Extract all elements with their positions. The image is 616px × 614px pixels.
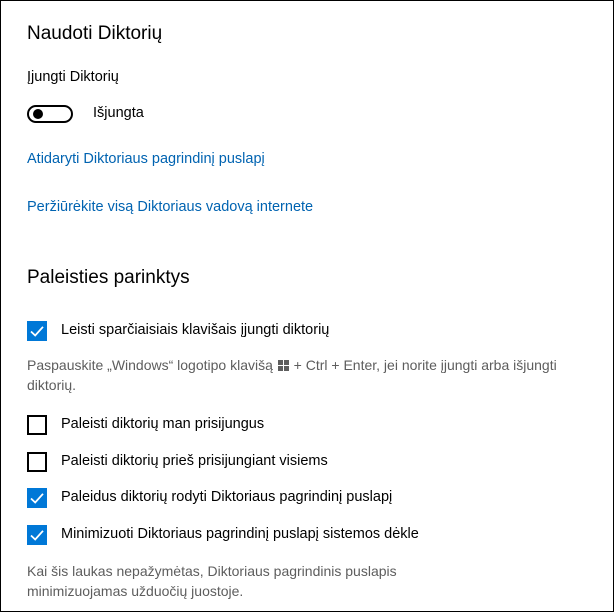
narrator-toggle-state: Išjungta (93, 105, 144, 121)
startup-options-heading: Paleisties parinktys (27, 267, 190, 288)
shortcut-checkbox-label: Leisti sparčiaisiais klavišais įjungti d… (61, 322, 330, 338)
toggle-knob (33, 109, 43, 119)
minimize-tray-checkbox-label: Minimizuoti Diktoriaus pagrindinį puslap… (61, 526, 419, 542)
show-home-checkbox-label: Paleidus diktorių rodyti Diktoriaus pagr… (61, 489, 393, 505)
narrator-toggle-switch[interactable] (27, 105, 73, 123)
narrator-toggle-label: Įjungti Diktorių (27, 69, 119, 85)
narrator-guide-link[interactable]: Peržiūrėkite visą Diktoriaus vadovą inte… (27, 199, 313, 215)
checkmark-icon (30, 493, 44, 504)
before-signin-checkbox[interactable] (27, 452, 47, 472)
shortcut-checkbox[interactable] (27, 321, 47, 341)
windows-logo-icon (277, 360, 289, 371)
minimize-tray-checkbox[interactable] (27, 525, 47, 545)
checkmark-icon (30, 530, 44, 541)
narrator-home-link[interactable]: Atidaryti Diktoriaus pagrindinį puslapį (27, 151, 265, 167)
shortcut-hint: Paspauskite „Windows“ logotipo klavišą +… (27, 355, 567, 395)
settings-panel: Naudoti Diktorių Įjungti Diktorių Išjung… (0, 0, 614, 612)
before-signin-checkbox-label: Paleisti diktorių prieš prisijungiant vi… (61, 453, 328, 469)
checkmark-icon (30, 326, 44, 337)
use-narrator-heading: Naudoti Diktorių (27, 23, 163, 44)
shortcut-hint-start: Paspauskite „Windows“ logotipo klavišą (27, 357, 273, 373)
show-home-checkbox[interactable] (27, 488, 47, 508)
after-signin-checkbox-label: Paleisti diktorių man prisijungus (61, 416, 265, 432)
minimize-tray-hint: Kai šis laukas nepažymėtas, Diktoriaus p… (27, 563, 397, 599)
after-signin-checkbox[interactable] (27, 415, 47, 435)
